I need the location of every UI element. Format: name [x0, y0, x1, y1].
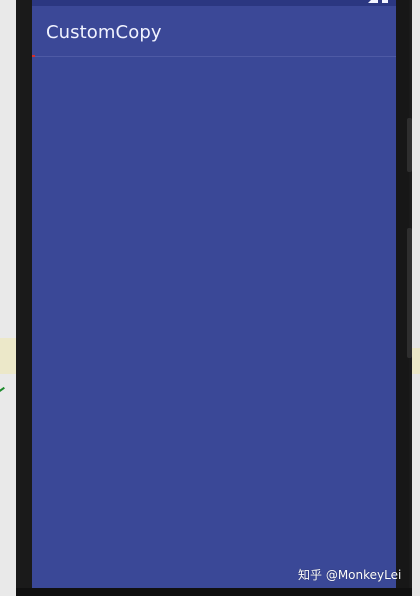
ide-right-strip — [412, 0, 420, 596]
bottom-bezel — [16, 588, 412, 596]
phone-screen: CustomCopy — [32, 0, 396, 588]
app-title: CustomCopy — [46, 22, 162, 43]
main-content — [32, 57, 396, 588]
signal-icon — [368, 0, 378, 3]
battery-icon — [382, 0, 388, 3]
ide-left-gutter — [0, 0, 16, 596]
ide-right-highlight — [412, 348, 420, 374]
screen-root: CustomCopy 知乎 @MonkeyLei — [0, 0, 420, 596]
ide-line-highlight — [0, 338, 16, 374]
watermark-text: 知乎 @MonkeyLei — [298, 568, 402, 582]
status-icons — [368, 0, 388, 3]
app-bar: CustomCopy — [32, 6, 396, 56]
